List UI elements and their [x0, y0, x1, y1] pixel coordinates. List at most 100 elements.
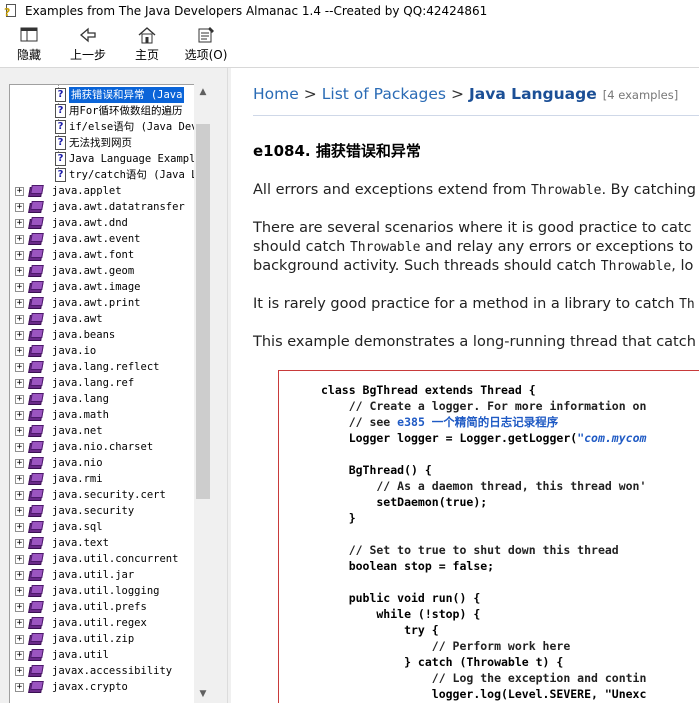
tree-package-item[interactable]: + java.nio.charset [10, 439, 195, 455]
expand-plus-icon[interactable]: + [15, 523, 24, 532]
tree-item-label: java.util.regex [52, 617, 147, 629]
tree-item-label: java.sql [52, 521, 103, 533]
breadcrumb-home-link[interactable]: Home [253, 85, 299, 103]
expand-plus-icon[interactable]: + [15, 299, 24, 308]
scroll-down-arrow-icon[interactable]: ▼ [194, 686, 212, 703]
options-button[interactable]: 选项(O) [183, 22, 229, 67]
expand-plus-icon[interactable]: + [15, 475, 24, 484]
tree-package-item[interactable]: + java.beans [10, 327, 195, 343]
tree-package-item[interactable]: + java.awt.image [10, 279, 195, 295]
tree-package-item[interactable]: + java.nio [10, 455, 195, 471]
tree-package-item[interactable]: + java.util.concurrent [10, 551, 195, 567]
tree-package-item[interactable]: + java.awt.print [10, 295, 195, 311]
expand-plus-icon[interactable]: + [15, 251, 24, 260]
breadcrumb-current[interactable]: Java Language [469, 85, 597, 103]
tree-package-item[interactable]: + java.lang.reflect [10, 359, 195, 375]
tree-package-item[interactable]: + java.awt.geom [10, 263, 195, 279]
window-title: Examples from The Java Developers Almana… [25, 4, 488, 18]
header-rule [253, 115, 699, 116]
book-icon [28, 425, 45, 437]
tree-topic-item[interactable]: ? Java Language Example [10, 151, 202, 167]
tree-package-item[interactable]: + java.awt.datatransfer [10, 199, 195, 215]
tree-package-item[interactable]: + java.lang [10, 391, 195, 407]
tree-package-item[interactable]: + javax.crypto [10, 679, 195, 695]
tree-package-item[interactable]: + java.security.cert [10, 487, 195, 503]
expand-plus-icon[interactable]: + [15, 555, 24, 564]
expand-plus-icon[interactable]: + [15, 603, 24, 612]
tree-package-item[interactable]: + java.awt [10, 311, 195, 327]
expand-plus-icon[interactable]: + [15, 491, 24, 500]
code-line: // Log the exception and contin [321, 671, 647, 685]
tree-topic-item[interactable]: ? try/catch语句 (Java L [10, 167, 197, 183]
expand-plus-icon[interactable]: + [15, 187, 24, 196]
home-button[interactable]: 主页 [130, 22, 164, 67]
tree-package-item[interactable]: + java.security [10, 503, 195, 519]
expand-plus-icon[interactable]: + [15, 363, 24, 372]
tree-package-item[interactable]: + java.sql [10, 519, 195, 535]
expand-plus-icon[interactable]: + [15, 619, 24, 628]
tree-package-item[interactable]: + java.awt.font [10, 247, 195, 263]
tree-scrollbar[interactable]: ▲ ▼ [194, 84, 212, 703]
home-icon [137, 26, 157, 44]
back-button[interactable]: 上一步 [66, 22, 110, 67]
tree-package-item[interactable]: + java.awt.event [10, 231, 195, 247]
scroll-up-arrow-icon[interactable]: ▲ [194, 84, 212, 101]
expand-plus-icon[interactable]: + [15, 411, 24, 420]
book-icon [28, 297, 45, 309]
expand-plus-icon[interactable]: + [15, 651, 24, 660]
expand-plus-icon[interactable]: + [15, 283, 24, 292]
title-bar: ? Examples from The Java Developers Alma… [0, 0, 699, 22]
tree-package-item[interactable]: + java.util.jar [10, 567, 195, 583]
tree-item-label: java.rmi [52, 473, 103, 485]
tree-item-label: java.awt.print [52, 297, 141, 309]
book-icon [28, 649, 45, 661]
book-icon [28, 521, 45, 533]
expand-plus-icon[interactable]: + [15, 459, 24, 468]
tree-package-item[interactable]: + java.rmi [10, 471, 195, 487]
example-link[interactable]: e385 一个精简的日志记录程序 [397, 415, 558, 429]
tree-package-item[interactable]: + java.lang.ref [10, 375, 195, 391]
book-icon [28, 329, 45, 341]
expand-plus-icon[interactable]: + [15, 587, 24, 596]
expand-plus-icon[interactable]: + [15, 667, 24, 676]
scrollbar-thumb[interactable] [196, 124, 210, 499]
expand-plus-icon[interactable]: + [15, 315, 24, 324]
tree-package-item[interactable]: + java.util [10, 647, 195, 663]
tree-topic-item[interactable]: ? 捕获错误和异常 (Java [10, 87, 195, 103]
tree-package-item[interactable]: + java.math [10, 407, 195, 423]
tree-package-item[interactable]: + java.io [10, 343, 195, 359]
expand-plus-icon[interactable]: + [15, 443, 24, 452]
hide-button[interactable]: 隐藏 [10, 22, 48, 67]
expand-plus-icon[interactable]: + [15, 507, 24, 516]
tree-item-label: if/else语句 (Java Dev [69, 121, 198, 133]
tree-package-item[interactable]: + java.util.regex [10, 615, 195, 631]
tree-topic-item[interactable]: ? 用For循环做数组的遍历 [10, 103, 195, 119]
breadcrumb-packages-link[interactable]: List of Packages [322, 85, 446, 103]
expand-plus-icon[interactable]: + [15, 571, 24, 580]
tree-package-item[interactable]: + java.util.logging [10, 583, 195, 599]
tree-topic-item[interactable]: ? if/else语句 (Java Dev [10, 119, 198, 135]
tree-package-item[interactable]: + javax.accessibility [10, 663, 195, 679]
expand-plus-icon[interactable]: + [15, 395, 24, 404]
expand-plus-icon[interactable]: + [15, 539, 24, 548]
tree-package-item[interactable]: + java.awt.dnd [10, 215, 195, 231]
expand-plus-icon[interactable]: + [15, 203, 24, 212]
tree-item-label: java.awt.datatransfer [52, 201, 185, 213]
book-icon [28, 217, 45, 229]
expand-plus-icon[interactable]: + [15, 219, 24, 228]
tree-package-item[interactable]: + java.net [10, 423, 195, 439]
tree-package-item[interactable]: + java.util.zip [10, 631, 195, 647]
expand-plus-icon[interactable]: + [15, 267, 24, 276]
expand-plus-icon[interactable]: + [15, 427, 24, 436]
tree-package-item[interactable]: + java.text [10, 535, 195, 551]
tree-package-item[interactable]: + java.applet [10, 183, 195, 199]
expand-plus-icon[interactable]: + [15, 331, 24, 340]
expand-plus-icon[interactable]: + [15, 379, 24, 388]
expand-plus-icon[interactable]: + [15, 235, 24, 244]
expand-plus-icon[interactable]: + [15, 683, 24, 692]
expand-plus-icon[interactable]: + [15, 635, 24, 644]
expand-plus-icon[interactable]: + [15, 347, 24, 356]
tree-topic-item[interactable]: ? 无法找到网页 [10, 135, 195, 151]
tree-package-item[interactable]: + java.util.prefs [10, 599, 195, 615]
contents-tree[interactable]: ? 捕获错误和异常 (Java? 用For循环做数组的遍历? if/else语句 (J… [9, 84, 212, 703]
